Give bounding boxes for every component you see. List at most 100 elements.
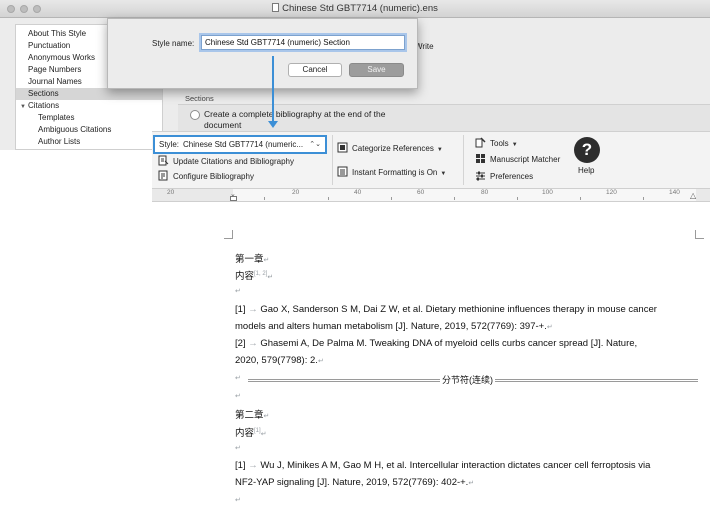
reference-3-line-1[interactable]: [1] → Wu J, Minikes A M, Gao M H, et al.… [235,460,650,471]
ruler-number: 80 [481,189,489,196]
right-indent-marker-icon[interactable]: △ [690,191,696,200]
chapter-1-content[interactable]: 内容[1, 2]↵ [235,268,273,282]
reference-2-line-2[interactable]: 2020, 579(7798): 2.↵ [235,355,324,366]
ruler-tick [391,197,392,200]
categorize-references-button[interactable]: Categorize References ▼ [337,142,443,156]
cancel-button[interactable]: Cancel [288,63,342,77]
window-title-text: Chinese Std GBT7714 (numeric).ens [282,3,438,14]
style-name-label: Style name: [152,39,195,48]
manuscript-matcher-button[interactable]: Manuscript Matcher [475,153,560,167]
window-title: Chinese Std GBT7714 (numeric).ens [0,3,710,14]
reference-2-text-cont: 2020, 579(7798): 2. [235,355,318,366]
style-select[interactable]: Style: Chinese Std GBT7714 (numeric... ⌃⌄ [153,135,327,154]
style-name-dialog: Style name: Chinese Std GBT7714 (numeric… [107,18,418,89]
sections-heading: Sections [185,94,214,103]
manuscript-matcher-label: Manuscript Matcher [490,155,561,164]
tab-arrow-icon: → [245,338,261,349]
callout-connector-line [272,56,274,123]
manuscript-matcher-icon [476,154,485,163]
preferences-label: Preferences [490,172,534,181]
sidebar-item-page-numbers[interactable]: Page Numbers [28,64,81,76]
configure-bibliography-button[interactable]: Configure Bibliography [158,170,254,184]
chapter-2-content-text: 内容 [235,428,255,439]
empty-paragraph: ↵ [235,494,241,505]
ruler-tick [517,197,518,200]
tools-menu-button[interactable]: Tools ▼ [475,137,518,151]
window-titlebar: Chinese Std GBT7714 (numeric).ens [0,0,710,18]
ruler-number: 20 [167,189,175,196]
reference-3-text: Wu J, Minikes A M, Gao M H, et al. Inter… [260,460,651,471]
sliders-icon [476,171,485,181]
section-break-label: 分节符(连续) [440,373,495,386]
reference-3-text-cont: NF2-YAP signaling [J]. Nature, 2019, 572… [235,477,469,488]
paragraph-mark: ↵ [235,375,241,382]
left-margin-handle[interactable] [230,196,237,201]
sidebar-item-templates[interactable]: Templates [38,112,74,124]
stepper-chevron-icon: ⌃⌄ [309,141,321,148]
ruler-tick [264,197,265,200]
tab-arrow-icon: → [245,460,261,471]
sidebar-item-about-this-style[interactable]: About This Style [28,28,86,40]
reference-1-line-1[interactable]: [1] → Gao X, Sanderson S M, Dai Z W, et … [235,304,657,315]
categorize-references-label: Categorize References [352,144,434,153]
chapter-2-heading[interactable]: 第二章↵ [235,407,269,421]
sidebar-item-punctuation[interactable]: Punctuation [28,40,70,52]
tab-arrow-icon: → [245,304,261,315]
instant-formatting-button[interactable]: Instant Formatting is On ▼ [337,166,446,180]
paragraph-mark: ↵ [267,274,274,281]
ribbon-separator [332,135,333,185]
complete-bibliography-radio[interactable] [190,110,200,120]
reference-1-number: [1] [235,304,246,315]
help-label[interactable]: Help [578,166,594,175]
preferences-button[interactable]: Preferences [475,170,533,184]
paragraph-mark: ↵ [235,445,241,452]
complete-bibliography-radio-label[interactable]: Create a complete bibliography at the en… [204,109,424,131]
sidebar-item-author-lists[interactable]: Author Lists [38,136,80,148]
reference-1-text-cont: models and alters human metabolism [J]. … [235,321,547,332]
page-corner-mark [695,230,704,239]
disclosure-triangle-icon[interactable]: ▼ [20,101,26,113]
empty-paragraph: ↵ [235,285,241,296]
tools-icon [475,137,486,148]
sidebar-item-citations[interactable]: ▼ Citations [20,100,59,112]
tools-label: Tools [490,139,509,148]
style-select-value: Chinese Std GBT7714 (numeric... [183,140,304,149]
sidebar-item-sections[interactable]: Sections [16,88,162,100]
update-citations-icon [158,155,169,166]
paragraph-mark: ↵ [263,413,270,420]
sidebar-item-ambiguous-citations[interactable]: Ambiguous Citations [38,124,111,136]
sidebar-item-journal-names[interactable]: Journal Names [28,76,82,88]
citation-superscript[interactable]: [1, 2] [254,271,267,277]
categorize-references-icon [337,142,348,153]
chevron-down-icon: ▼ [511,142,518,148]
sidebar-item-citations-label: Citations [27,101,60,110]
style-name-input[interactable]: Chinese Std GBT7714 (numeric) Section [201,35,405,50]
reference-3-line-2[interactable]: NF2-YAP signaling [J]. Nature, 2019, 572… [235,477,474,488]
paragraph-mark: ↵ [235,288,241,295]
ruler-number: 20 [292,189,300,196]
sidebar-item-anonymous-works[interactable]: Anonymous Works [28,52,95,64]
paragraph-mark: ↵ [468,480,475,487]
paragraph-mark: ↵ [546,324,553,331]
ribbon-separator [463,135,464,185]
reference-1-line-2[interactable]: models and alters human metabolism [J]. … [235,321,553,332]
chevron-down-icon: ▼ [436,147,443,153]
citation-superscript[interactable]: [1] [254,428,261,434]
update-citations-button[interactable]: Update Citations and Bibliography [158,155,294,169]
chapter-1-heading[interactable]: 第一章↵ [235,251,269,265]
ruler-tick [643,197,644,200]
empty-paragraph: ↵ [235,372,241,383]
callout-arrowhead [268,121,278,128]
paragraph-mark: ↵ [317,358,324,365]
chapter-2-content[interactable]: 内容[1]↵ [235,425,267,439]
chapter-2-heading-text: 第二章 [235,410,264,421]
reference-2-number: [2] [235,338,246,349]
ruler-number: 140 [669,189,680,196]
save-button[interactable]: Save [349,63,404,77]
update-citations-label: Update Citations and Bibliography [173,157,294,166]
reference-2-line-1[interactable]: [2] → Ghasemi A, De Palma M. Tweaking DN… [235,338,637,349]
help-icon[interactable]: ? [574,137,600,163]
ruler-number: 120 [606,189,617,196]
chapter-1-content-text: 内容 [235,271,255,282]
configure-bibliography-label: Configure Bibliography [173,172,254,181]
